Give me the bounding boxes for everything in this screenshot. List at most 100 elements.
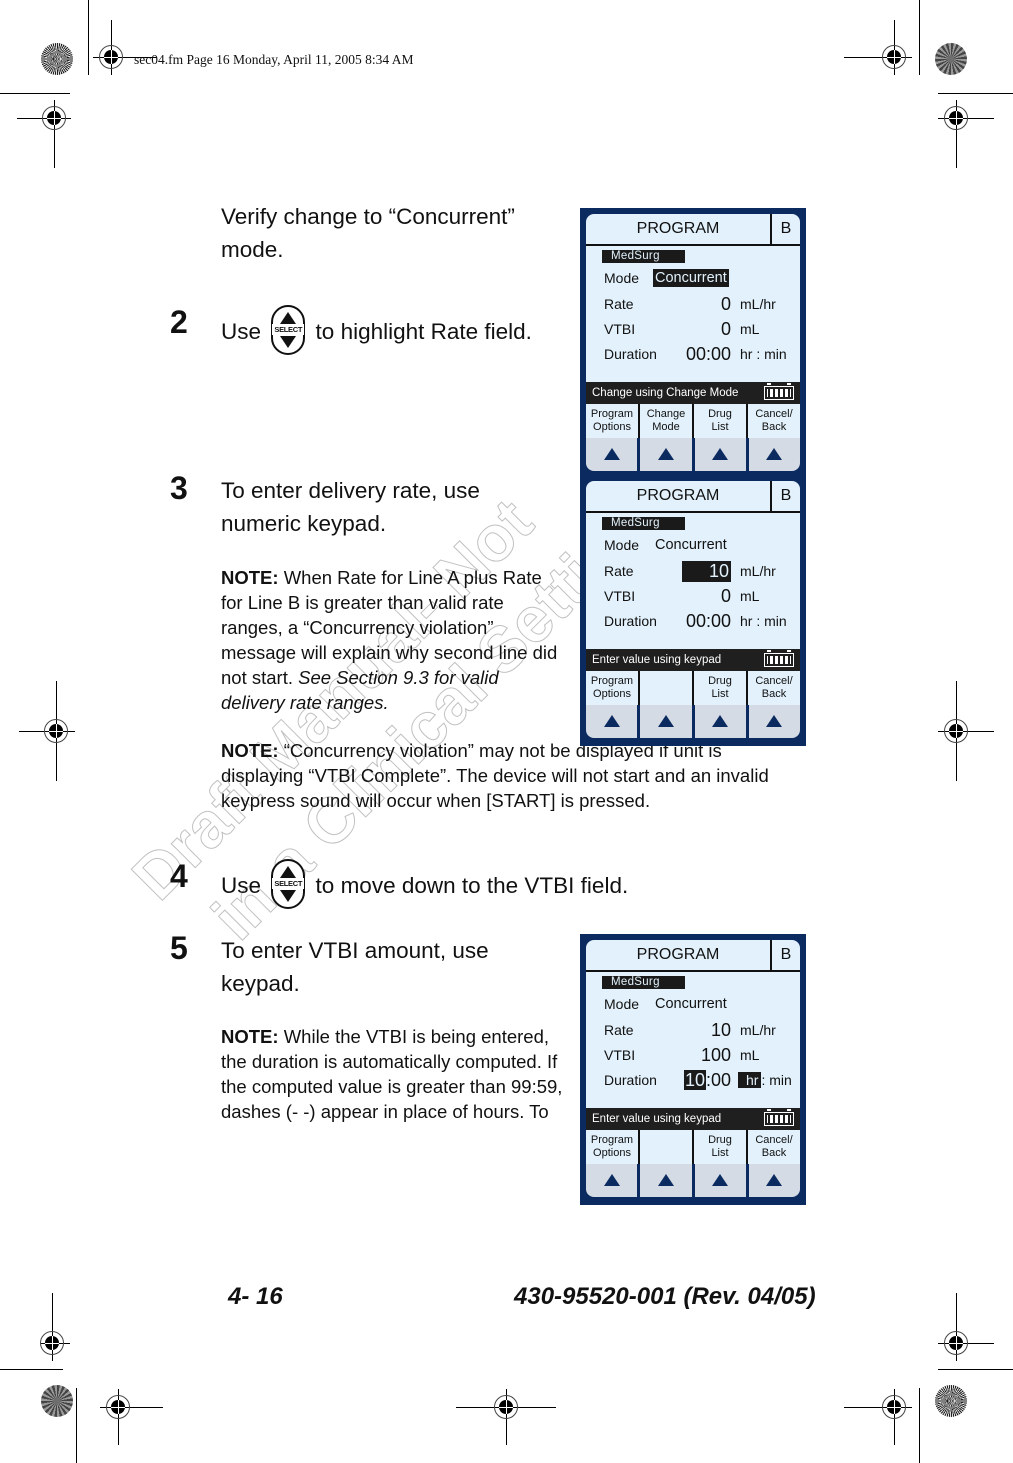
step-text-after: to highlight Rate field. [315, 318, 532, 344]
softkey-change-mode[interactable]: Change Mode [640, 404, 694, 438]
rate-value[interactable]: 10 [682, 561, 731, 582]
note-label: NOTE: [221, 1026, 279, 1047]
softkey-button[interactable] [748, 438, 800, 471]
softkey-program-options[interactable]: Program Options [586, 404, 640, 438]
up-arrow-icon [603, 448, 620, 460]
duration-minutes-value: :00 [705, 1070, 731, 1090]
screen-title: PROGRAM [636, 487, 720, 504]
color-target-icon [935, 1385, 967, 1417]
vtbi-label: VTBI [604, 1047, 636, 1063]
status-message: Change using Change Mode [592, 387, 739, 399]
softkey-button[interactable] [748, 705, 800, 738]
battery-icon [764, 383, 794, 400]
up-arrow-icon [603, 1174, 620, 1186]
care-profile-badge: MedSurg [602, 976, 685, 989]
step-text-before: Use [221, 318, 262, 344]
duration-hours-value[interactable]: 10 [683, 1070, 706, 1090]
vtbi-unit: mL [740, 1047, 760, 1063]
softkey-button[interactable] [586, 438, 638, 471]
note-label: NOTE: [221, 567, 279, 588]
duration-label: Duration [604, 346, 657, 362]
softkey-program-options[interactable]: Program Options [586, 1130, 640, 1164]
up-arrow-icon [657, 448, 674, 460]
softkey-button[interactable] [640, 1164, 692, 1197]
vtbi-value[interactable]: 0 [721, 586, 731, 607]
line-indicator: B [770, 940, 800, 970]
rate-unit: mL/hr [740, 563, 776, 579]
trim-line [938, 93, 1013, 94]
vtbi-unit: mL [740, 321, 760, 337]
vtbi-label: VTBI [604, 588, 636, 604]
rate-value[interactable]: 0 [721, 294, 731, 315]
screen-title: PROGRAM [636, 220, 720, 237]
pump-screen-2: PROGRAM B MedSurg Mode Concurrent Rate 10 mL… [580, 475, 806, 746]
rate-unit: mL/hr [740, 296, 776, 312]
intro-text: Verify change to “Concurrent” mode. [221, 204, 515, 262]
step-number: 2 [170, 304, 188, 340]
softkey-button[interactable] [640, 705, 692, 738]
care-profile-badge: MedSurg [602, 250, 685, 263]
rate-value[interactable]: 10 [711, 1020, 731, 1041]
document-number: 430-95520-001 (Rev. 04/05) [514, 1283, 816, 1310]
softkey-button[interactable] [586, 1164, 638, 1197]
care-profile-badge: MedSurg [602, 517, 685, 530]
softkey-blank[interactable] [640, 1130, 694, 1164]
mode-value[interactable]: Concurrent [655, 537, 727, 553]
vtbi-unit: mL [740, 588, 760, 604]
duration-value[interactable]: 10:00 [683, 1070, 731, 1091]
vtbi-value[interactable]: 0 [721, 319, 731, 340]
softkey-button[interactable] [694, 1164, 746, 1197]
softkey-button[interactable] [586, 705, 638, 738]
softkey-button[interactable] [694, 705, 746, 738]
step-number: 4 [170, 858, 188, 894]
rate-label: Rate [604, 563, 634, 579]
softkey-cancel-back[interactable]: Cancel/ Back [748, 404, 800, 438]
select-key-icon: SELECT [271, 859, 306, 909]
rate-label: Rate [604, 296, 634, 312]
note-text: “Concurrency violation” may not be displ… [221, 740, 769, 811]
duration-value[interactable]: 00:00 [686, 344, 731, 365]
softkey-drug-list[interactable]: Drug List [694, 404, 748, 438]
duration-hr-unit: hr [738, 1072, 762, 1088]
softkey-button[interactable] [640, 438, 692, 471]
battery-icon [764, 1109, 794, 1126]
up-arrow-icon [712, 448, 729, 460]
pump-screen-3: PROGRAM B MedSurg Mode Concurrent Rate 10 mL… [580, 934, 806, 1205]
vtbi-value[interactable]: 100 [701, 1045, 731, 1066]
softkey-cancel-back[interactable]: Cancel/ Back [748, 671, 800, 705]
mode-label: Mode [604, 270, 640, 286]
duration-unit: hr: min [738, 1072, 792, 1088]
step-number: 3 [170, 470, 188, 506]
softkey-button[interactable] [748, 1164, 800, 1197]
vtbi-label: VTBI [604, 321, 636, 337]
pump-screen-1: PROGRAM B MedSurg Mode Concurrent Rate 0 mL/… [580, 208, 806, 479]
softkey-program-options[interactable]: Program Options [586, 671, 640, 705]
trim-line [0, 93, 70, 94]
step-text: Use SELECT to highlight Rate field. [221, 305, 532, 358]
step-number: 5 [170, 930, 188, 966]
softkey-blank[interactable] [640, 671, 694, 705]
softkey-drug-list[interactable]: Drug List [694, 671, 748, 705]
duration-label: Duration [604, 613, 657, 629]
line-indicator: B [770, 481, 800, 511]
mode-label: Mode [604, 537, 640, 553]
softkey-button[interactable] [694, 438, 746, 471]
trim-line [88, 0, 89, 75]
up-arrow-icon [657, 715, 674, 727]
duration-label: Duration [604, 1072, 657, 1088]
step-text: Use SELECT to move down to the VTBI fiel… [221, 859, 628, 912]
mode-value[interactable]: Concurrent [653, 269, 729, 287]
duration-value[interactable]: 00:00 [686, 611, 731, 632]
step-text: To enter VTBI amount, use keypad. [221, 938, 489, 996]
note-label: NOTE: [221, 740, 279, 761]
softkey-drug-list[interactable]: Drug List [694, 1130, 748, 1164]
mode-value[interactable]: Concurrent [655, 996, 727, 1012]
up-arrow-icon [712, 1174, 729, 1186]
duration-unit: hr : min [740, 346, 787, 362]
up-arrow-icon [766, 448, 783, 460]
softkey-cancel-back[interactable]: Cancel/ Back [748, 1130, 800, 1164]
trim-line [76, 1388, 77, 1463]
select-key-icon: SELECT [271, 305, 306, 355]
duration-unit: hr : min [740, 613, 787, 629]
trim-line [919, 0, 920, 75]
